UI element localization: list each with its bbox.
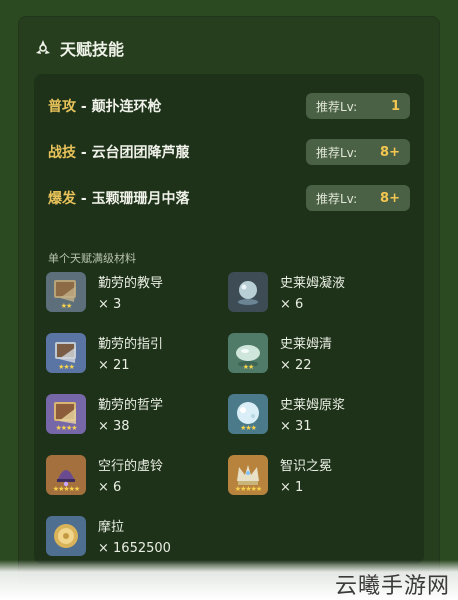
material-count: × 1: [280, 480, 304, 495]
material-name: 勤劳的教导: [98, 276, 164, 291]
talent-name: 普攻 - 颠扑连环枪: [48, 96, 162, 116]
talent-name: 战技 - 云台团团降芦菔: [48, 142, 190, 162]
rarity-stars: ★★★★★: [52, 485, 80, 493]
rarity-stars: ★★: [242, 363, 255, 371]
recommend-level-badge: 推荐Lv: 8+: [306, 139, 410, 165]
material-count: × 31: [280, 419, 312, 434]
rarity-stars: ★★★★★: [234, 485, 262, 493]
material-item: ★★★ 勤劳的指引 × 21: [46, 331, 216, 375]
material-name: 摩拉: [98, 520, 125, 535]
material-item: ★★ 史莱姆清 × 22: [228, 331, 398, 375]
material-item: ★★★★★ 空行的虚铃 × 6: [46, 453, 216, 497]
material-name: 史莱姆凝液: [280, 276, 346, 291]
material-count: × 3: [98, 297, 122, 312]
recommend-level: 1: [390, 98, 400, 114]
talent-separator: -: [76, 191, 92, 207]
recommend-level: 8+: [380, 144, 400, 160]
bell-icon: ★★★★★: [46, 455, 86, 495]
material-count: × 22: [280, 358, 312, 373]
material-name: 空行的虚铃: [98, 459, 164, 474]
material-item: 摩拉 × 1652500: [46, 514, 216, 558]
material-count: × 38: [98, 419, 130, 434]
talent-icon: [34, 39, 52, 57]
talent-title: 云台团团降芦菔: [91, 145, 190, 161]
recommend-label: 推荐Lv:: [316, 99, 358, 114]
talent-row-skill: 战技 - 云台团团降芦菔 推荐Lv: 8+: [48, 138, 410, 166]
slime-icon: ★★★: [228, 394, 268, 434]
panel-title: 天赋技能: [60, 40, 125, 59]
talent-panel: 天赋技能 普攻 - 颠扑连环枪 推荐Lv: 1 战技 - 云台团团降芦菔 推荐L…: [18, 16, 440, 584]
material-count: × 6: [98, 480, 122, 495]
crown-icon: ★★★★★: [228, 455, 268, 495]
book-icon: ★★★: [46, 333, 86, 373]
material-item: ★★★ 史莱姆原浆 × 31: [228, 392, 398, 436]
talent-separator: -: [76, 99, 92, 115]
rarity-stars: ★★★★: [55, 424, 77, 432]
material-item: 史莱姆凝液 × 6: [228, 270, 398, 314]
material-name: 勤劳的指引: [98, 337, 164, 352]
material-name: 智识之冕: [280, 459, 333, 474]
talent-type: 爆发: [48, 191, 76, 207]
book-icon: ★★: [46, 272, 86, 312]
materials-section-title: 单个天赋满级材料: [48, 252, 136, 265]
material-item: ★★ 勤劳的教导 × 3: [46, 270, 216, 314]
rarity-stars: ★★: [60, 302, 73, 310]
material-item: ★★★★★ 智识之冕 × 1: [228, 453, 398, 497]
material-name: 勤劳的哲学: [98, 398, 164, 413]
talent-type: 普攻: [48, 99, 76, 115]
material-item: ★★★★ 勤劳的哲学 × 38: [46, 392, 216, 436]
recommend-label: 推荐Lv:: [316, 191, 358, 206]
book-icon: ★★★★: [46, 394, 86, 434]
talent-title: 玉颗珊珊月中落: [91, 191, 190, 207]
talent-name: 爆发 - 玉颗珊珊月中落: [48, 188, 190, 208]
material-count: × 1652500: [98, 541, 171, 556]
material-name: 史莱姆原浆: [280, 398, 346, 413]
rarity-stars: ★★★: [240, 424, 257, 432]
material-count: × 21: [98, 358, 130, 373]
watermark-strip: 云曦手游网: [0, 560, 458, 600]
material-name: 史莱姆清: [280, 337, 333, 352]
watermark-text: 云曦手游网: [334, 574, 450, 599]
talent-row-normal-attack: 普攻 - 颠扑连环枪 推荐Lv: 1: [48, 92, 410, 120]
rarity-stars: ★★★: [58, 363, 75, 371]
mora-icon: [46, 516, 86, 556]
recommend-level: 8+: [380, 190, 400, 206]
slime-icon: ★★: [228, 333, 268, 373]
recommend-label: 推荐Lv:: [316, 145, 358, 160]
talent-row-burst: 爆发 - 玉颗珊珊月中落 推荐Lv: 8+: [48, 184, 410, 212]
talent-content: 普攻 - 颠扑连环枪 推荐Lv: 1 战技 - 云台团团降芦菔 推荐Lv: 8+…: [34, 74, 424, 564]
talent-type: 战技: [48, 145, 76, 161]
recommend-level-badge: 推荐Lv: 8+: [306, 185, 410, 211]
recommend-level-badge: 推荐Lv: 1: [306, 93, 410, 119]
panel-header: 天赋技能: [34, 36, 124, 60]
material-count: × 6: [280, 297, 304, 312]
talent-separator: -: [76, 145, 92, 161]
talent-title: 颠扑连环枪: [91, 99, 162, 115]
slime-icon: [228, 272, 268, 312]
